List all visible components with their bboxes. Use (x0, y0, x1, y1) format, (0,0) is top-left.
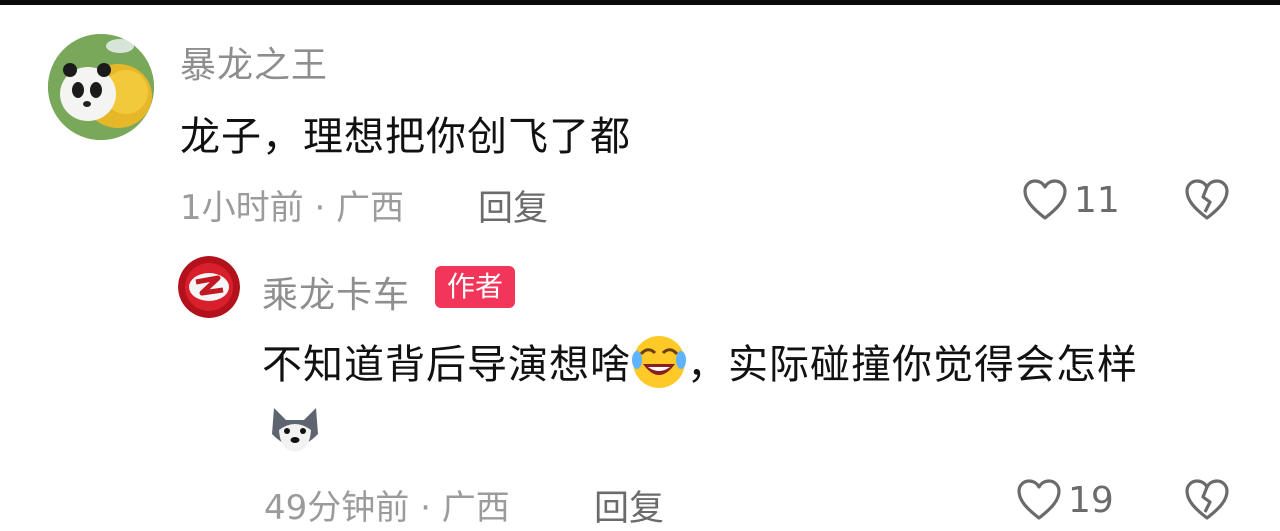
dislike-button[interactable] (1184, 478, 1230, 526)
comment-meta: 1小时前 · 广西 (180, 180, 404, 229)
husky-dog-emoji-icon (266, 400, 324, 456)
reply-text-part1: 不知道背后导演想啥 (262, 342, 631, 388)
comment-time: 1小时前 (180, 188, 304, 228)
like-count: 11 (1074, 179, 1120, 221)
reply-button[interactable]: 回复 (594, 480, 664, 531)
meta-separator: · (420, 488, 431, 528)
broken-heart-icon (1185, 479, 1229, 520)
heart-icon (1017, 479, 1061, 520)
comment-text: 龙子，理想把你创飞了都 (180, 114, 631, 160)
reply-text: 不知道背后导演想啥 ，实际碰撞你觉得会怎样 (262, 332, 1138, 400)
panda-bee-avatar-icon (48, 34, 154, 140)
reply-time: 49分钟前 (264, 488, 410, 528)
chenglong-logo-avatar-icon (178, 256, 240, 318)
like-count: 19 (1068, 479, 1114, 521)
broken-heart-icon (1185, 179, 1229, 220)
dislike-button[interactable] (1184, 178, 1230, 226)
heart-icon (1023, 179, 1067, 220)
laughing-crying-emoji-icon (631, 334, 687, 400)
like-button[interactable]: 11 (1022, 178, 1120, 222)
avatar[interactable] (48, 34, 154, 140)
reply-username[interactable]: 乘龙卡车 (262, 266, 410, 318)
author-badge: 作者 (435, 266, 516, 308)
avatar[interactable] (178, 256, 240, 318)
comment-username[interactable]: 暴龙之王 (180, 36, 328, 88)
reply-meta: 49分钟前 · 广西 (264, 480, 510, 529)
like-button[interactable]: 19 (1016, 478, 1114, 522)
top-edge-bar (0, 0, 1280, 5)
reply-text-part2: ，实际碰撞你觉得会怎样 (687, 342, 1138, 388)
comment-location: 广西 (336, 188, 405, 228)
reply-button[interactable]: 回复 (478, 180, 548, 231)
reply-location: 广西 (441, 488, 510, 528)
meta-separator: · (314, 188, 326, 228)
